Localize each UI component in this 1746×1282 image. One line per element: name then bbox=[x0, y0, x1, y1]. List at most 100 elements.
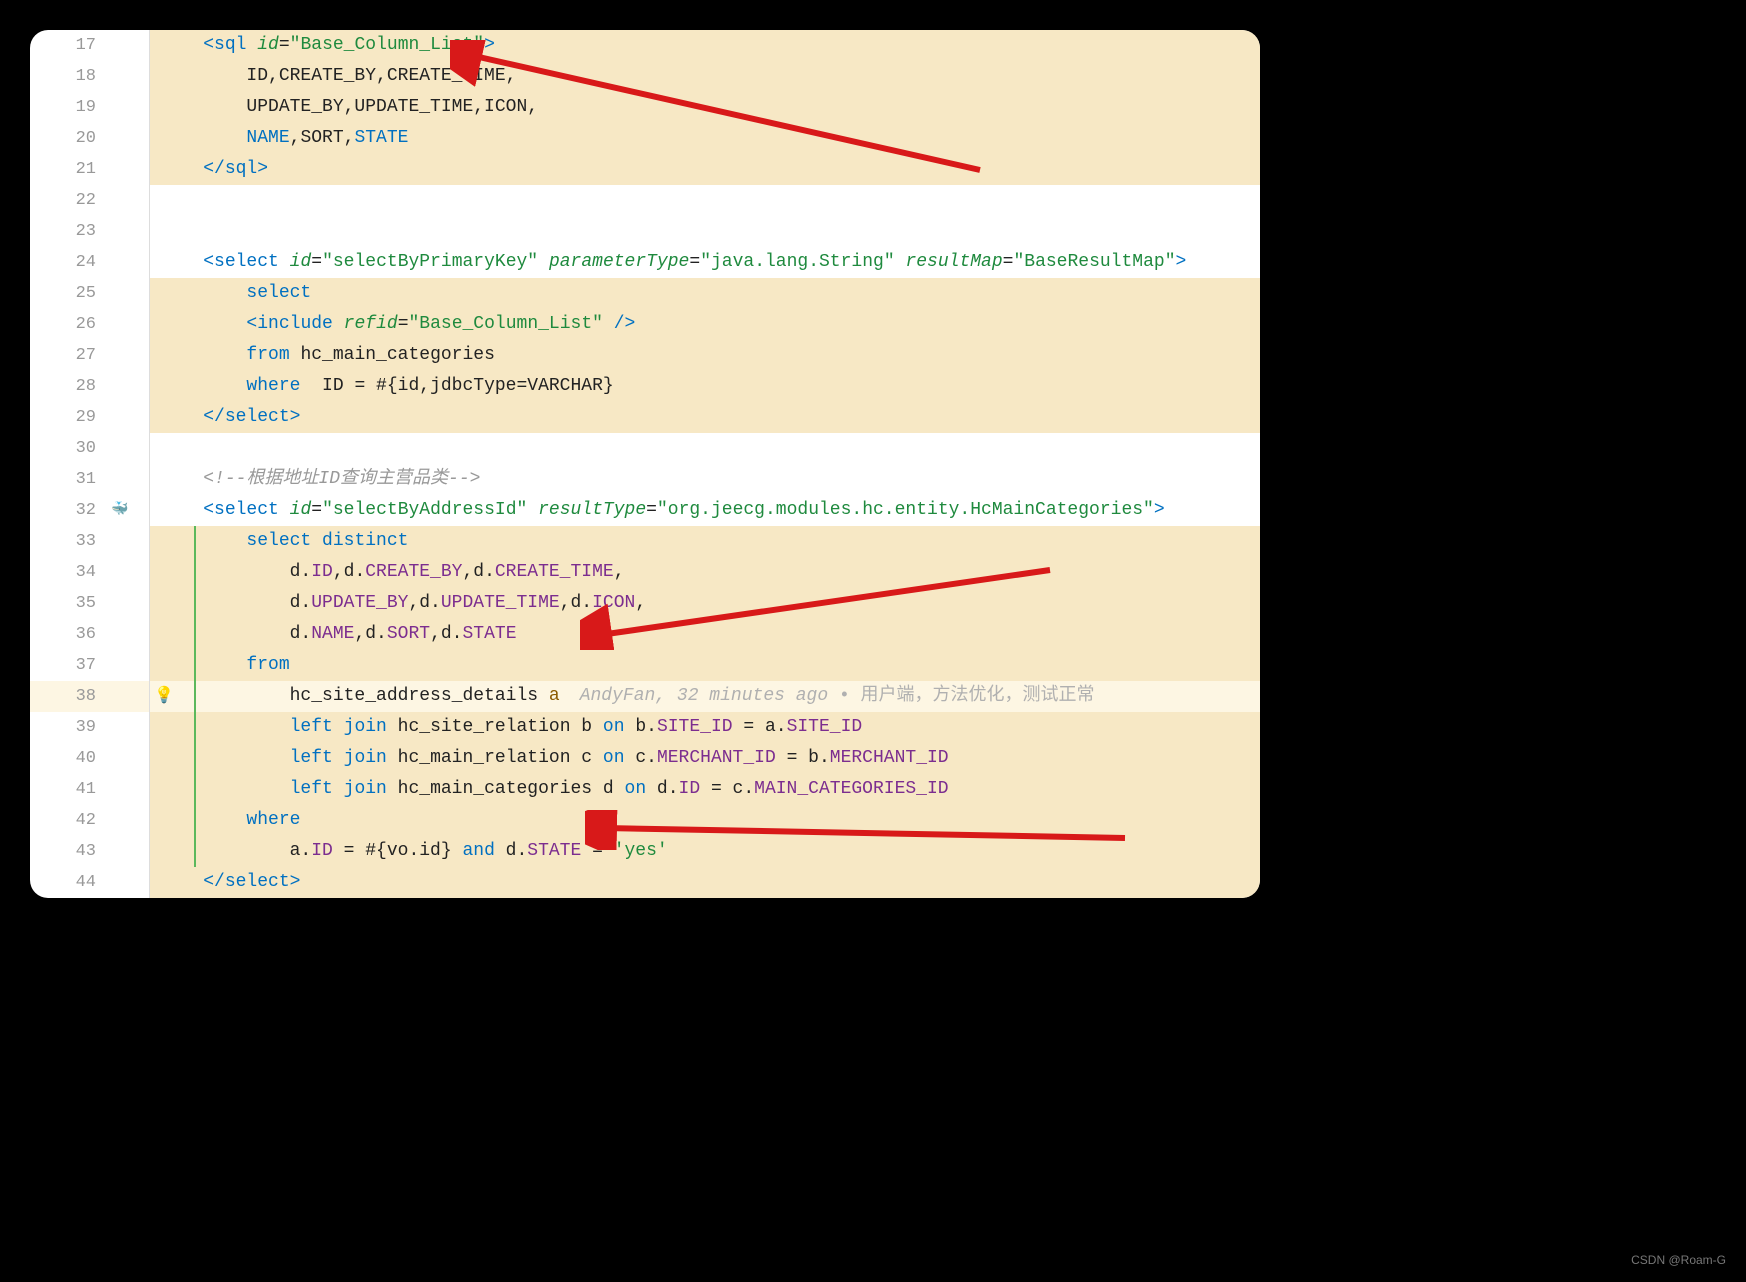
code-content[interactable]: </select> bbox=[150, 402, 1260, 433]
code-line[interactable]: 30 bbox=[30, 433, 1260, 464]
indent-guide bbox=[194, 650, 196, 681]
code-content[interactable]: <select id="selectByPrimaryKey" paramete… bbox=[150, 247, 1260, 278]
code-token: d. bbox=[160, 593, 311, 613]
code-line[interactable]: 22 bbox=[30, 185, 1260, 216]
code-content[interactable]: <!--根据地址ID查询主营品类--> bbox=[150, 464, 1260, 495]
code-token: CREATE_BY bbox=[365, 562, 462, 582]
code-line[interactable]: 17 <sql id="Base_Column_List"> bbox=[30, 30, 1260, 61]
code-content[interactable]: d.ID,d.CREATE_BY,d.CREATE_TIME, bbox=[150, 557, 1260, 588]
code-line[interactable]: 25 select bbox=[30, 278, 1260, 309]
code-line[interactable]: 39 left join hc_site_relation b on b.SIT… bbox=[30, 712, 1260, 743]
code-content[interactable]: NAME,SORT,STATE bbox=[150, 123, 1260, 154]
code-content[interactable]: select distinct bbox=[150, 526, 1260, 557]
code-line[interactable]: 19 UPDATE_BY,UPDATE_TIME,ICON, bbox=[30, 92, 1260, 123]
code-token: on bbox=[625, 779, 647, 799]
code-content[interactable]: </select> bbox=[150, 867, 1260, 898]
code-content[interactable]: d.UPDATE_BY,d.UPDATE_TIME,d.ICON, bbox=[150, 588, 1260, 619]
code-token: = bbox=[581, 841, 613, 861]
gutter-separator bbox=[130, 61, 150, 92]
code-line[interactable]: 33 select distinct bbox=[30, 526, 1260, 557]
code-line[interactable]: 41 left join hc_main_categories d on d.I… bbox=[30, 774, 1260, 805]
indent-guide bbox=[194, 588, 196, 619]
code-token bbox=[160, 159, 203, 179]
code-content[interactable]: <select id="selectByAddressId" resultTyp… bbox=[150, 495, 1260, 526]
code-content[interactable] bbox=[150, 433, 1260, 464]
line-number: 23 bbox=[30, 216, 110, 247]
code-content[interactable]: a.ID = #{vo.id} and d.STATE = 'yes' bbox=[150, 836, 1260, 867]
code-line[interactable]: 34 d.ID,d.CREATE_BY,d.CREATE_TIME, bbox=[30, 557, 1260, 588]
code-token: ,d. bbox=[430, 624, 462, 644]
line-number: 37 bbox=[30, 650, 110, 681]
gutter-separator bbox=[130, 216, 150, 247]
code-token: NAME bbox=[246, 128, 289, 148]
code-content[interactable]: 💡 hc_site_address_details aAndyFan, 32 m… bbox=[150, 681, 1260, 712]
gutter-marker bbox=[110, 836, 130, 867]
code-line[interactable]: 35 d.UPDATE_BY,d.UPDATE_TIME,d.ICON, bbox=[30, 588, 1260, 619]
code-line[interactable]: 31 <!--根据地址ID查询主营品类--> bbox=[30, 464, 1260, 495]
code-content[interactable]: from bbox=[150, 650, 1260, 681]
code-line[interactable]: 20 NAME,SORT,STATE bbox=[30, 123, 1260, 154]
code-content[interactable]: </sql> bbox=[150, 154, 1260, 185]
code-token: = #{vo.id} bbox=[333, 841, 463, 861]
code-token: , bbox=[614, 562, 625, 582]
code-content[interactable]: where bbox=[150, 805, 1260, 836]
code-token: UPDATE_TIME bbox=[441, 593, 560, 613]
code-content[interactable] bbox=[150, 185, 1260, 216]
code-token: , bbox=[635, 593, 646, 613]
code-content[interactable]: <sql id="Base_Column_List"> bbox=[150, 30, 1260, 61]
code-content[interactable]: ID,CREATE_BY,CREATE_TIME, bbox=[150, 61, 1260, 92]
code-line[interactable]: 43 a.ID = #{vo.id} and d.STATE = 'yes' bbox=[30, 836, 1260, 867]
code-line[interactable]: 40 left join hc_main_relation c on c.MER… bbox=[30, 743, 1260, 774]
code-line[interactable]: 21 </sql> bbox=[30, 154, 1260, 185]
code-content[interactable]: UPDATE_BY,UPDATE_TIME,ICON, bbox=[150, 92, 1260, 123]
code-token: select bbox=[225, 407, 290, 427]
indent-guide bbox=[194, 805, 196, 836]
code-line[interactable]: 28 where ID = #{id,jdbcType=VARCHAR} bbox=[30, 371, 1260, 402]
code-content[interactable]: where ID = #{id,jdbcType=VARCHAR} bbox=[150, 371, 1260, 402]
code-line[interactable]: 42 where bbox=[30, 805, 1260, 836]
line-number: 18 bbox=[30, 61, 110, 92]
code-token: ,d. bbox=[333, 562, 365, 582]
code-content[interactable]: from hc_main_categories bbox=[150, 340, 1260, 371]
gutter-separator bbox=[130, 774, 150, 805]
code-token bbox=[160, 283, 246, 303]
code-token bbox=[538, 252, 549, 272]
code-content[interactable]: d.NAME,d.SORT,d.STATE bbox=[150, 619, 1260, 650]
code-line[interactable]: 18 ID,CREATE_BY,CREATE_TIME, bbox=[30, 61, 1260, 92]
code-line[interactable]: 38💡 hc_site_address_details aAndyFan, 32… bbox=[30, 681, 1260, 712]
git-blame-annotation[interactable]: AndyFan, 32 minutes ago • 用户端，方法优化，测试正常 bbox=[560, 686, 1095, 706]
code-content[interactable]: left join hc_main_relation c on c.MERCHA… bbox=[150, 743, 1260, 774]
code-content[interactable]: select bbox=[150, 278, 1260, 309]
code-content[interactable] bbox=[150, 216, 1260, 247]
code-line[interactable]: 29 </select> bbox=[30, 402, 1260, 433]
code-line[interactable]: 32🐳 <select id="selectByAddressId" resul… bbox=[30, 495, 1260, 526]
gutter-marker bbox=[110, 309, 130, 340]
gutter-separator bbox=[130, 371, 150, 402]
code-line[interactable]: 37 from bbox=[30, 650, 1260, 681]
gutter-marker bbox=[110, 30, 130, 61]
code-line[interactable]: 44 </select> bbox=[30, 867, 1260, 898]
code-token: "java.lang.String" bbox=[700, 252, 894, 272]
code-token: MERCHANT_ID bbox=[657, 748, 776, 768]
code-token: /> bbox=[603, 314, 635, 334]
line-number: 20 bbox=[30, 123, 110, 154]
code-token: ID = #{id,jdbcType=VARCHAR} bbox=[300, 376, 613, 396]
code-line[interactable]: 24 <select id="selectByPrimaryKey" param… bbox=[30, 247, 1260, 278]
gutter-marker bbox=[110, 402, 130, 433]
code-line[interactable]: 23 bbox=[30, 216, 1260, 247]
code-line[interactable]: 36 d.NAME,d.SORT,d.STATE bbox=[30, 619, 1260, 650]
lightbulb-icon[interactable]: 💡 bbox=[154, 681, 174, 712]
code-token: ID,CREATE_BY,CREATE_TIME, bbox=[160, 66, 516, 86]
code-content[interactable]: <include refid="Base_Column_List" /> bbox=[150, 309, 1260, 340]
gutter-marker bbox=[110, 743, 130, 774]
code-content[interactable]: left join hc_main_categories d on d.ID =… bbox=[150, 774, 1260, 805]
code-editor[interactable]: 17 <sql id="Base_Column_List">18 ID,CREA… bbox=[30, 30, 1260, 898]
code-token: include bbox=[257, 314, 333, 334]
code-content[interactable]: left join hc_site_relation b on b.SITE_I… bbox=[150, 712, 1260, 743]
code-token: sql bbox=[214, 35, 246, 55]
code-line[interactable]: 27 from hc_main_categories bbox=[30, 340, 1260, 371]
code-token: ID bbox=[679, 779, 701, 799]
code-line[interactable]: 26 <include refid="Base_Column_List" /> bbox=[30, 309, 1260, 340]
code-token: id bbox=[257, 35, 279, 55]
code-token bbox=[160, 314, 246, 334]
